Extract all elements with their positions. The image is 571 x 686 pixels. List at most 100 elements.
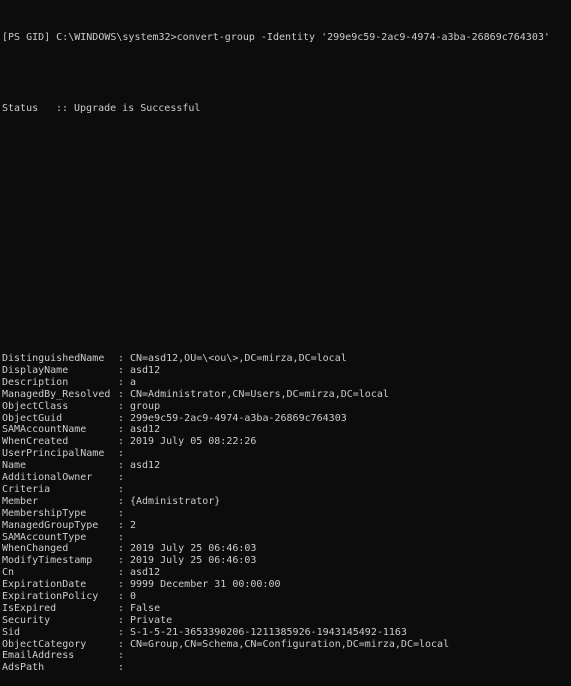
property-key: ExpirationDate bbox=[2, 579, 87, 591]
property-separator: : bbox=[118, 353, 125, 365]
property-value: group bbox=[130, 400, 161, 412]
property-separator: : bbox=[118, 400, 125, 412]
property-key: EmailAddress bbox=[2, 650, 75, 662]
property-key: ObjectGuid bbox=[2, 412, 63, 424]
property-row: Member: {Administrator} bbox=[2, 496, 571, 508]
property-separator: : bbox=[118, 495, 125, 507]
property-key: IsExpired bbox=[2, 602, 57, 614]
property-row: IsExpired: False bbox=[2, 603, 571, 615]
property-row: ObjectGuid:299e9c59-2ac9-4974-a3ba-26869… bbox=[2, 413, 571, 425]
property-key: Cn bbox=[2, 567, 15, 579]
property-separator: : bbox=[118, 567, 125, 579]
status-label: Status bbox=[2, 103, 39, 115]
property-separator: : bbox=[118, 662, 125, 674]
property-key: ManagedGroupType bbox=[2, 519, 99, 531]
property-row: ObjectClass: group bbox=[2, 401, 571, 413]
status-line: Status:: Upgrade is Successful bbox=[2, 103, 571, 115]
property-row: SAMAccountType: bbox=[2, 532, 571, 544]
property-separator: : bbox=[118, 519, 125, 531]
property-separator: : bbox=[118, 507, 125, 519]
property-key: ModifyTimestamp bbox=[2, 555, 93, 567]
property-key: DisplayName bbox=[2, 365, 69, 377]
property-separator: : bbox=[118, 626, 125, 638]
property-row: AdditionalOwner: bbox=[2, 472, 571, 484]
property-value: asd12 bbox=[130, 460, 161, 472]
property-value: 0 bbox=[130, 590, 137, 602]
property-row: Sid: S-1-5-21-3653390206-1211385926-19431… bbox=[2, 627, 571, 639]
property-value: 9999 December 31 00:00:00 bbox=[130, 579, 281, 591]
property-row: UserPrincipalName: bbox=[2, 448, 571, 460]
property-key: ExpirationPolicy bbox=[2, 590, 99, 602]
property-key: Name bbox=[2, 460, 27, 472]
property-value: 2019 July 05 08:22:26 bbox=[130, 436, 257, 448]
prompt-text: [PS GID] C:\WINDOWS\system32> bbox=[2, 31, 177, 43]
property-list: DistinguishedName: CN=asd12,OU=\<ou\>,DC=… bbox=[2, 353, 571, 674]
property-separator: : bbox=[118, 376, 125, 388]
property-separator: : bbox=[118, 412, 125, 424]
property-row: MembershipType: bbox=[2, 508, 571, 520]
property-key: Sid bbox=[2, 626, 21, 638]
property-value: {Administrator} bbox=[130, 495, 221, 507]
property-key: AdsPath bbox=[2, 662, 45, 674]
command-text: convert-group -Identity '299e9c59-2ac9-4… bbox=[176, 31, 550, 43]
property-key: Criteria bbox=[2, 483, 51, 495]
property-row: Description: a bbox=[2, 377, 571, 389]
property-key: Member bbox=[2, 495, 39, 507]
property-key: DistinguishedName bbox=[2, 353, 105, 365]
property-value: CN=Administrator,CN=Users,DC=mirza,DC=lo… bbox=[130, 388, 389, 400]
property-row: EmailAddress: bbox=[2, 650, 571, 662]
property-key: UserPrincipalName bbox=[2, 448, 105, 460]
property-key: ObjectCategory bbox=[2, 638, 87, 650]
property-row: ExpirationPolicy:0 bbox=[2, 591, 571, 603]
powershell-console[interactable]: [PS GID] C:\WINDOWS\system32> convert-gro… bbox=[0, 0, 571, 673]
property-key: MembershipType bbox=[2, 507, 87, 519]
property-key: SAMAccountName bbox=[2, 424, 87, 436]
property-separator: : bbox=[118, 388, 125, 400]
property-key: ObjectClass bbox=[2, 400, 69, 412]
status-value: Upgrade is Successful bbox=[74, 103, 201, 115]
property-separator: : bbox=[118, 590, 125, 602]
property-key: Description bbox=[2, 376, 69, 388]
property-separator: : bbox=[118, 531, 125, 543]
property-separator: : bbox=[118, 602, 125, 614]
property-row: WhenCreated:2019 July 05 08:22:26 bbox=[2, 436, 571, 448]
property-separator: : bbox=[118, 650, 125, 662]
property-key: WhenCreated bbox=[2, 436, 69, 448]
property-key: ManagedBy_Resolved bbox=[2, 388, 111, 400]
property-row: Security: Private bbox=[2, 615, 571, 627]
property-value: asd12 bbox=[130, 365, 161, 377]
property-row: Name: asd12 bbox=[2, 460, 571, 472]
property-separator: : bbox=[118, 460, 125, 472]
property-value: Private bbox=[130, 614, 173, 626]
property-row: WhenChanged:2019 July 25 06:46:03 bbox=[2, 543, 571, 555]
property-separator: : bbox=[118, 638, 125, 650]
property-separator: : bbox=[118, 472, 125, 484]
property-row: ObjectCategory: CN=Group,CN=Schema,CN=Con… bbox=[2, 639, 571, 651]
command-line: [PS GID] C:\WINDOWS\system32> convert-gro… bbox=[2, 32, 571, 44]
property-separator: : bbox=[118, 579, 125, 591]
property-separator: : bbox=[118, 365, 125, 377]
property-value: S-1-5-21-3653390206-1211385926-194314549… bbox=[130, 626, 407, 638]
property-separator: : bbox=[118, 555, 125, 567]
property-separator: : bbox=[118, 614, 125, 626]
property-value: 2 bbox=[130, 519, 137, 531]
property-key: AdditionalOwner bbox=[2, 472, 93, 484]
property-row: ExpirationDate:9999 December 31 00:00:00 bbox=[2, 579, 571, 591]
property-key: SAMAccountType bbox=[2, 531, 87, 543]
property-row: Criteria: bbox=[2, 484, 571, 496]
property-row: Cn: asd12 bbox=[2, 567, 571, 579]
property-separator: : bbox=[118, 436, 125, 448]
property-separator: : bbox=[118, 543, 125, 555]
property-value: 2019 July 25 06:46:03 bbox=[130, 543, 257, 555]
property-row: AdsPath: bbox=[2, 662, 571, 674]
property-value: 2019 July 25 06:46:03 bbox=[130, 555, 257, 567]
property-row: ManagedGroupType:2 bbox=[2, 520, 571, 532]
property-row: SAMAccountName: asd12 bbox=[2, 424, 571, 436]
